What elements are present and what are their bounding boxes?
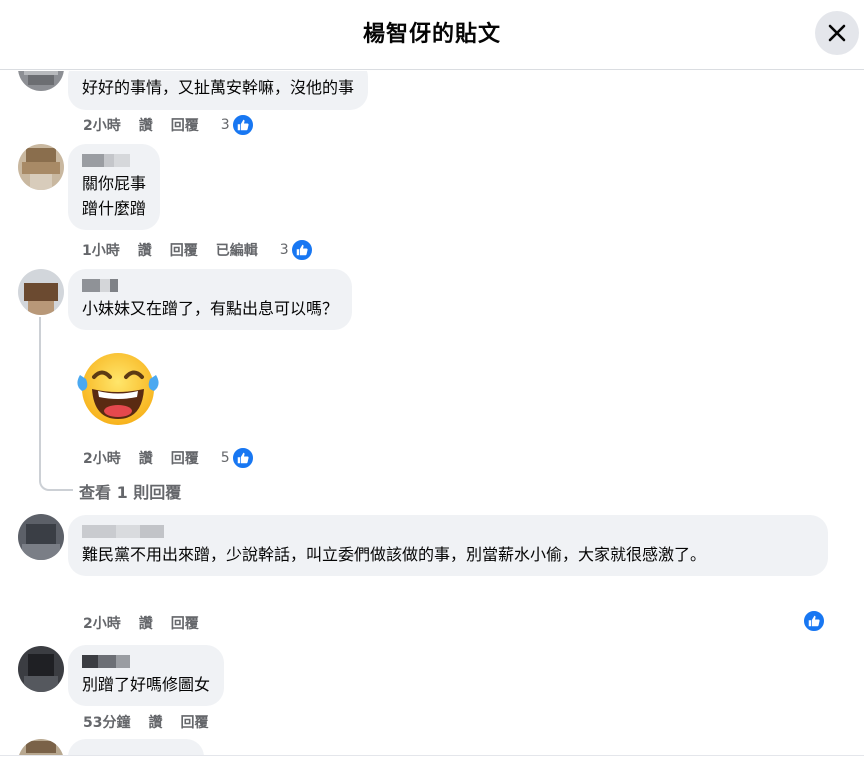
comment-bubble: 別蹭了好嗎修圖女: [68, 645, 225, 706]
comment-actions: 2小時 讚 回覆 3: [83, 114, 254, 136]
avatar[interactable]: [18, 144, 64, 190]
comment-text: 關你屁事 蹭什麼蹭: [82, 174, 147, 218]
comment-text: 小妹妹又在蹭了，有點出息可以嗎？: [82, 299, 339, 318]
like-button[interactable]: 讚: [138, 240, 152, 260]
avatar[interactable]: [18, 269, 64, 315]
comment-actions: 53分鐘 讚 回覆: [83, 711, 226, 733]
like-button[interactable]: 讚: [139, 613, 153, 633]
reaction-count[interactable]: 3: [221, 117, 230, 133]
reaction-count[interactable]: 5: [221, 450, 230, 466]
comment-time[interactable]: 2小時: [83, 613, 121, 633]
view-replies-link[interactable]: 查看 1 則回覆: [79, 479, 181, 503]
reply-button[interactable]: 回覆: [171, 613, 199, 633]
tears-of-joy-emoji[interactable]: [74, 351, 162, 427]
avatar[interactable]: [18, 646, 64, 692]
thread-line: [39, 317, 41, 477]
comment-actions: 1小時 讚 回覆 已編輯 3: [82, 239, 313, 261]
author-name-blurred[interactable]: [82, 279, 338, 292]
thumbs-up-icon[interactable]: [803, 610, 825, 632]
comment-time[interactable]: 1小時: [82, 240, 120, 260]
dialog-header: 楊智伢的貼文: [0, 0, 864, 70]
comment-text: 別蹭了好嗎修圖女: [82, 675, 211, 694]
like-button[interactable]: 讚: [139, 115, 153, 135]
comment-text: 難民黨不用出來蹭，少說幹話，叫立委們做該做的事，別當薪水小偷，大家就很感激了。: [82, 545, 707, 564]
thread-connector: [39, 467, 73, 491]
comment-bubble: 好好的事情，又扯萬安幹嘛，沒他的事: [68, 71, 369, 110]
comment-actions: 2小時 讚 回覆 5: [83, 447, 254, 469]
avatar[interactable]: [18, 739, 64, 755]
comment-time[interactable]: 53分鐘: [83, 712, 130, 732]
post-title: 楊智伢的貼文: [362, 22, 501, 47]
bottom-bar: [0, 755, 864, 765]
avatar[interactable]: [18, 514, 64, 560]
reply-button[interactable]: 回覆: [171, 115, 199, 135]
author-name-blurred[interactable]: [82, 154, 146, 167]
close-button[interactable]: [815, 11, 859, 55]
comment-bubble: 難民黨不用出來蹭，少說幹話，叫立委們做該做的事，別當薪水小偷，大家就很感激了。: [68, 515, 828, 576]
comment-time[interactable]: 2小時: [83, 115, 121, 135]
like-button[interactable]: 讚: [139, 448, 153, 468]
close-icon: [828, 24, 846, 42]
reply-button[interactable]: 回覆: [180, 712, 208, 732]
author-name-blurred[interactable]: [82, 525, 814, 538]
avatar[interactable]: [18, 71, 64, 91]
comments-feed[interactable]: 好好的事情，又扯萬安幹嘛，沒他的事 2小時 讚 回覆 3 關你屁事 蹭什麼蹭 1…: [0, 71, 864, 755]
comment-text: 好好的事情，又扯萬安幹嘛，沒他的事: [82, 78, 355, 97]
thumbs-up-icon[interactable]: [290, 239, 313, 261]
edited-label[interactable]: 已編輯: [216, 240, 258, 260]
comment-bubble: 小妹妹又在蹭了，有點出息可以嗎？: [68, 269, 353, 330]
author-name-blurred[interactable]: [82, 655, 210, 668]
comment-bubble: 關你屁事 蹭什麼蹭: [68, 144, 161, 230]
reply-button[interactable]: 回覆: [170, 240, 198, 260]
comment-actions: 2小時 讚 回覆: [83, 612, 217, 634]
comment-time[interactable]: 2小時: [83, 448, 121, 468]
comment-bubble: [68, 739, 204, 755]
like-button[interactable]: 讚: [148, 712, 162, 732]
reaction-count[interactable]: 3: [280, 242, 289, 258]
thumbs-up-icon[interactable]: [231, 447, 254, 469]
thumbs-up-icon[interactable]: [231, 114, 254, 136]
reply-button[interactable]: 回覆: [171, 448, 199, 468]
